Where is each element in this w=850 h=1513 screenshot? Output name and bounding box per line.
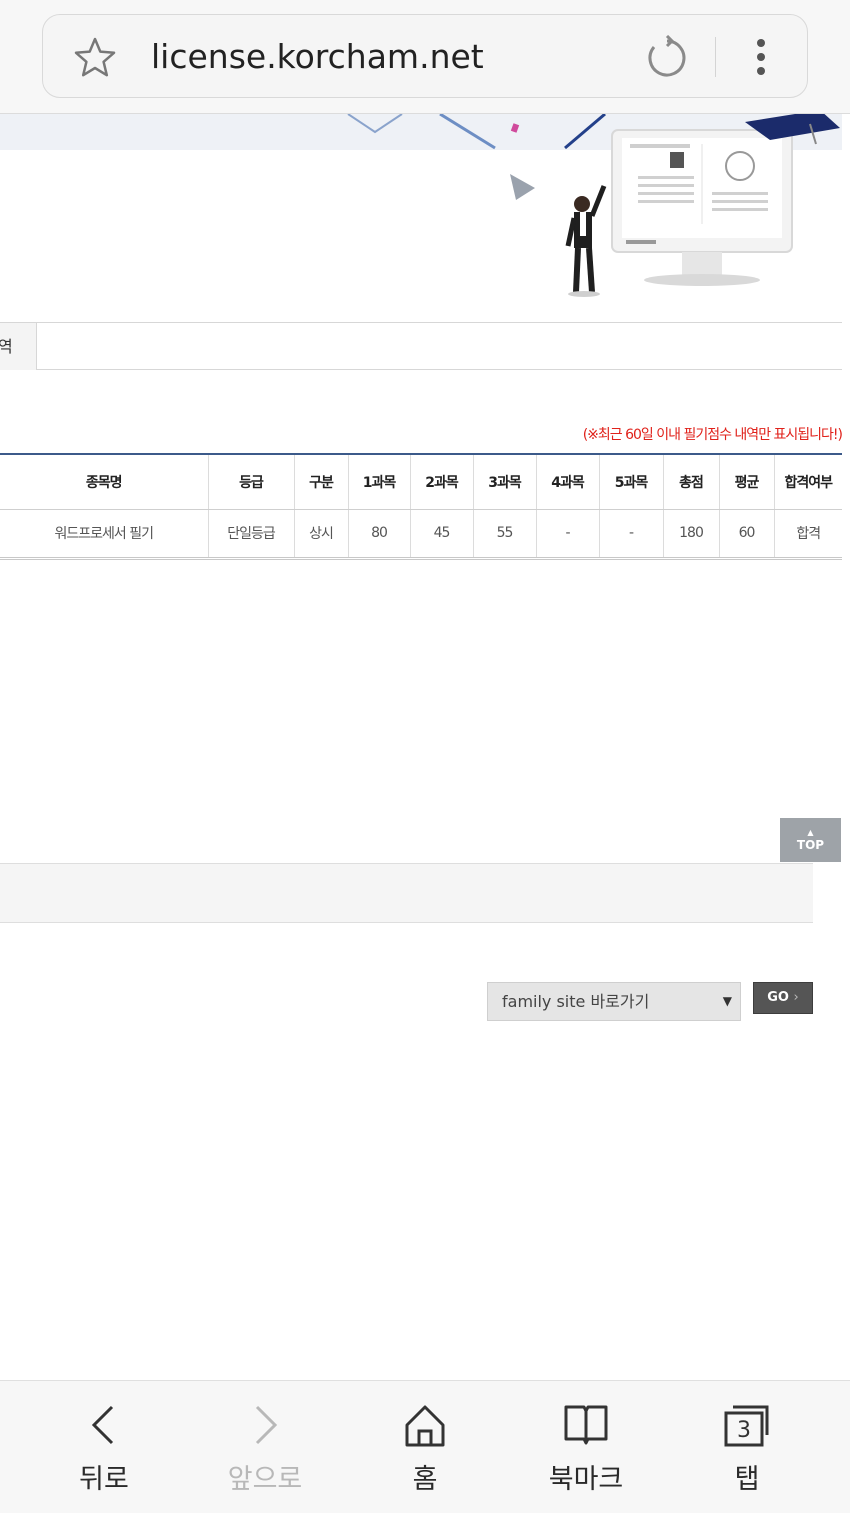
col-header-part1: 1과목 [348, 453, 411, 510]
browser-bottom-nav: 뒤로 앞으로 홈 북마크 3 탭 [0, 1380, 850, 1513]
family-site-select[interactable]: family site 바로가기 ▼ [487, 982, 741, 1021]
nav-tabs-label: 탭 [734, 1464, 760, 1495]
nav-bookmarks-button[interactable]: 북마크 [526, 1381, 646, 1513]
cell-type: 상시 [294, 509, 349, 560]
col-header-part4: 4과목 [536, 453, 600, 510]
chevron-left-icon [91, 1405, 114, 1445]
dropdown-arrow-icon: ▼ [722, 994, 732, 1008]
scroll-top-button[interactable]: ▲ TOP [780, 818, 841, 862]
nav-back-label: 뒤로 [79, 1464, 129, 1495]
cell-grade: 단일등급 [208, 509, 295, 560]
banner-illustration [347, 114, 840, 297]
top-button-label: TOP [796, 838, 825, 852]
sub-tab-row: 역 [0, 322, 842, 370]
go-button-label: GO [767, 990, 789, 1005]
table-row: 워드프로세서 필기 단일등급 상시 80 45 55 - - 180 60 합격 [0, 509, 842, 560]
score-table: 종목명 등급 구분 1과목 2과목 3과목 4과목 5과목 총점 평균 합격여부… [0, 453, 842, 560]
tabs-icon: 3 [724, 1405, 769, 1447]
cell-part1: 80 [348, 509, 411, 560]
chevron-right-icon: › [793, 990, 799, 1005]
col-header-part5: 5과목 [599, 453, 664, 510]
tab-count: 3 [737, 1418, 751, 1443]
browser-toolbar: license.korcham.net [0, 0, 850, 114]
address-bar[interactable]: license.korcham.net [42, 14, 808, 98]
tab-history[interactable]: 역 [0, 323, 37, 370]
col-header-part2: 2과목 [410, 453, 474, 510]
home-icon [405, 1405, 445, 1447]
more-menu-icon[interactable] [749, 35, 773, 79]
col-header-grade: 등급 [208, 453, 295, 510]
nav-forward-label: 앞으로 [227, 1464, 303, 1495]
cell-result: 합격 [774, 509, 842, 560]
cell-part3: 55 [473, 509, 537, 560]
cell-total: 180 [663, 509, 720, 560]
col-header-subject: 종목명 [0, 453, 209, 510]
cell-subject: 워드프로세서 필기 [0, 509, 209, 560]
toolbar-divider [715, 37, 716, 77]
nav-home-button[interactable]: 홈 [365, 1381, 485, 1513]
col-header-average: 평균 [719, 453, 775, 510]
url-text[interactable]: license.korcham.net [151, 35, 484, 79]
family-site-selected: family site 바로가기 [502, 992, 650, 1011]
cell-part4: - [536, 509, 600, 560]
col-header-type: 구분 [294, 453, 349, 510]
col-header-total: 총점 [663, 453, 720, 510]
table-header-row: 종목명 등급 구분 1과목 2과목 3과목 4과목 5과목 총점 평균 합격여부 [0, 453, 842, 510]
col-header-result: 합격여부 [774, 453, 842, 510]
col-header-part3: 3과목 [473, 453, 537, 510]
footer-band [0, 863, 813, 923]
cell-average: 60 [719, 509, 775, 560]
arrow-up-icon: ▲ [807, 828, 814, 837]
bookmark-star-icon[interactable] [73, 35, 117, 79]
cell-part5: - [599, 509, 664, 560]
score-notice: (※최근 60일 이내 필기점수 내역만 표시됩니다!) [582, 427, 843, 443]
reload-icon[interactable] [643, 35, 691, 79]
cell-part2: 45 [410, 509, 474, 560]
go-button[interactable]: GO › [753, 982, 813, 1014]
nav-back-button[interactable]: 뒤로 [44, 1381, 164, 1513]
chevron-right-icon [255, 1405, 278, 1445]
book-icon [564, 1405, 608, 1445]
nav-tabs-button[interactable]: 3 탭 [687, 1381, 807, 1513]
nav-forward-button[interactable]: 앞으로 [205, 1381, 325, 1513]
nav-home-label: 홈 [412, 1464, 438, 1495]
nav-bookmarks-label: 북마크 [548, 1464, 624, 1495]
